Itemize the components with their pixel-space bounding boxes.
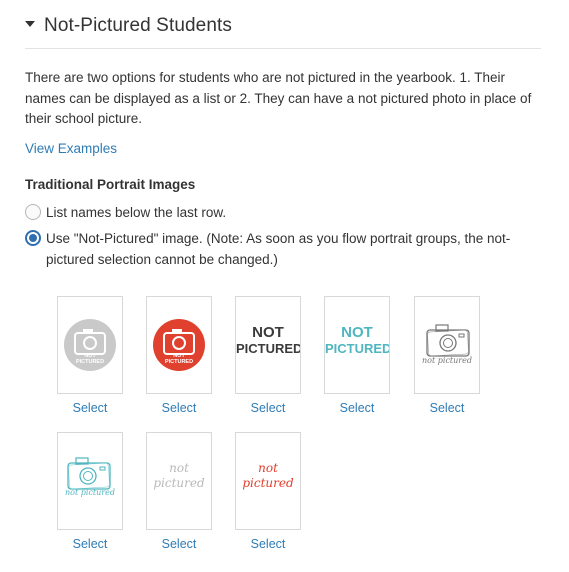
- line1-text: not: [169, 461, 189, 475]
- thumbnail-gray-circle[interactable]: NOT PICTURED: [57, 296, 123, 394]
- caret-down-icon[interactable]: [25, 21, 35, 27]
- camera-icon: [153, 319, 205, 371]
- image-option-7[interactable]: not pictured Select: [146, 432, 212, 551]
- thumbnail-red-circle[interactable]: NOT PICTURED: [146, 296, 212, 394]
- image-option-6[interactable]: not pictured Select: [57, 432, 123, 551]
- line1-text: NOT: [252, 324, 284, 341]
- image-option-3[interactable]: NOT PICTURED Select: [235, 296, 301, 415]
- sketch-camera-icon: [426, 324, 470, 357]
- select-link[interactable]: Select: [146, 401, 212, 415]
- radio-button[interactable]: [25, 204, 41, 220]
- image-option-5[interactable]: not pictured Select: [414, 296, 480, 415]
- select-link[interactable]: Select: [324, 401, 390, 415]
- select-link[interactable]: Select: [414, 401, 480, 415]
- line2-text: pictured: [153, 476, 205, 490]
- line2-text: PICTURED: [325, 341, 390, 356]
- select-link[interactable]: Select: [57, 401, 123, 415]
- image-option-1[interactable]: NOT PICTURED Select: [57, 296, 123, 415]
- radio-label: Use "Not-Pictured" image. (Note: As soon…: [46, 231, 511, 267]
- description: There are two options for students who a…: [25, 70, 532, 126]
- select-link[interactable]: Select: [57, 537, 123, 551]
- select-link[interactable]: Select: [235, 401, 301, 415]
- image-option-8[interactable]: not pictured Select: [235, 432, 301, 551]
- radio-button[interactable]: [25, 230, 41, 246]
- sketch-camera-icon: [67, 457, 111, 490]
- view-examples-link[interactable]: View Examples: [25, 141, 117, 156]
- line2-text: PICTURED: [236, 341, 301, 356]
- thumbnail-sketch-gray[interactable]: not pictured: [414, 296, 480, 394]
- section-header[interactable]: Not-Pictured Students: [25, 14, 541, 49]
- traditional-portrait-label: Traditional Portrait Images: [25, 177, 196, 192]
- section-title: Not-Pictured Students: [44, 15, 232, 36]
- thumbnail-text-teal[interactable]: NOT PICTURED: [324, 296, 390, 394]
- image-option-4[interactable]: NOT PICTURED Select: [324, 296, 390, 415]
- line1-text: not: [258, 461, 278, 475]
- line1-text: NOT: [341, 324, 373, 341]
- radio-label: List names below the last row.: [46, 205, 227, 220]
- line1-text: not pictured: [422, 356, 472, 365]
- select-link[interactable]: Select: [235, 537, 301, 551]
- line2-text: PICTURED: [164, 359, 194, 365]
- line1-text: not pictured: [65, 488, 115, 497]
- line2-text: pictured: [242, 476, 294, 490]
- thumbnail-script-gray[interactable]: not pictured: [146, 432, 212, 530]
- image-option-2[interactable]: NOT PICTURED Select: [146, 296, 212, 415]
- thumbnail-sketch-teal[interactable]: not pictured: [57, 432, 123, 530]
- thumbnail-script-red[interactable]: not pictured: [235, 432, 301, 530]
- camera-icon: [64, 319, 116, 371]
- line2-text: PICTURED: [75, 359, 105, 365]
- thumbnail-text-dark[interactable]: NOT PICTURED: [235, 296, 301, 394]
- select-link[interactable]: Select: [146, 537, 212, 551]
